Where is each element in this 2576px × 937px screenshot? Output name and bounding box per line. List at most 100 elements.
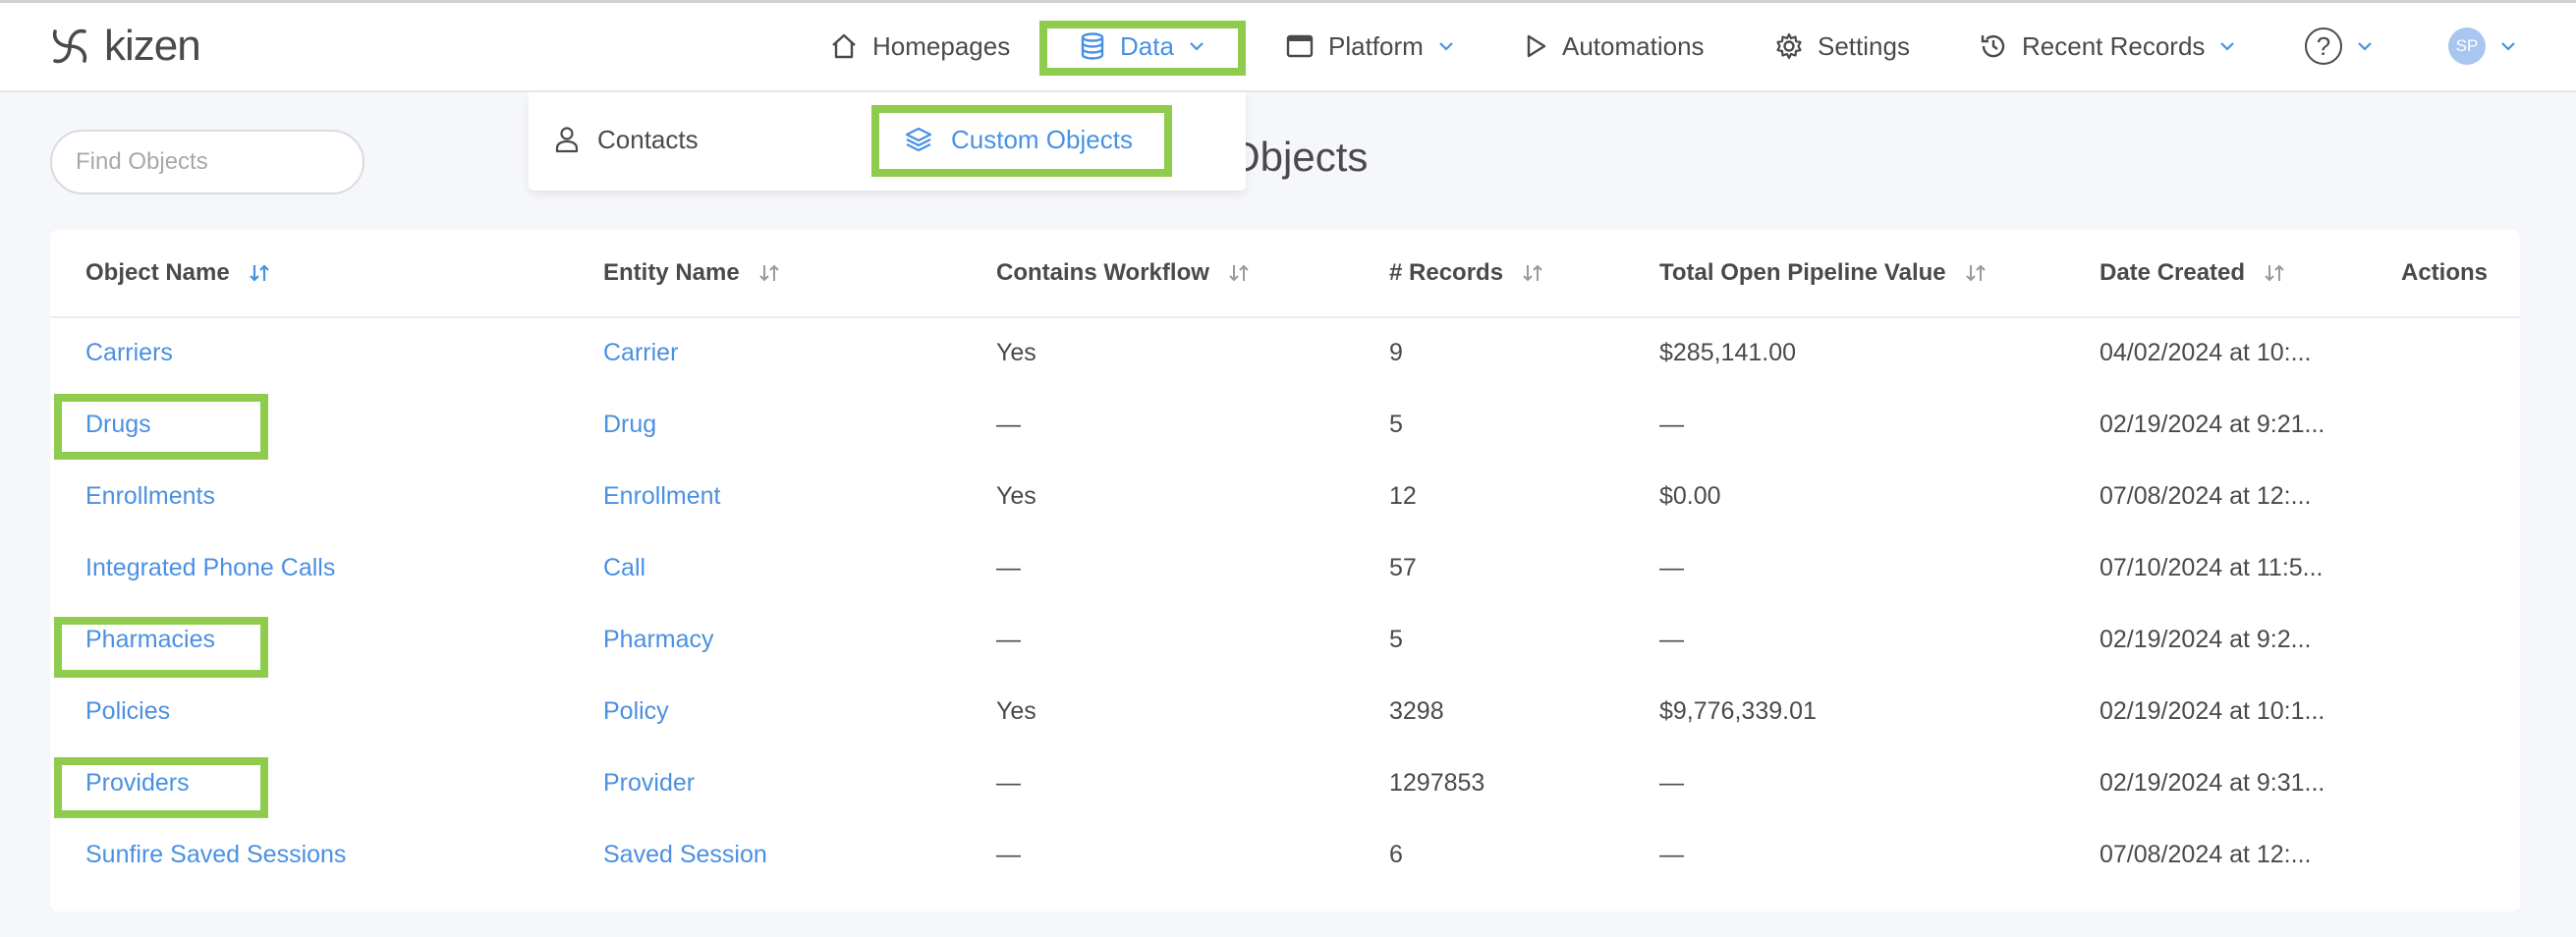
sort-arrows-icon [1229, 264, 1249, 282]
nav-homepages-label: Homepages [872, 30, 1011, 61]
entity-name-link[interactable]: Drug [603, 411, 656, 439]
contains-workflow-value: — [996, 554, 1021, 581]
column-header-pipeline-value[interactable]: Total Open Pipeline Value [1659, 259, 1988, 287]
table-row: Drugs Drug — 5 — 02/19/2024 at 9:21... [50, 389, 2520, 461]
contains-workflow-value: Yes [996, 339, 1036, 366]
date-created: 02/19/2024 at 10:1... [2100, 697, 2325, 725]
column-header-contains-workflow[interactable]: Contains Workflow [996, 259, 1251, 287]
column-header-label: Total Open Pipeline Value [1659, 259, 1946, 286]
nav-help[interactable]: ? [2293, 20, 2385, 73]
contains-workflow-value: — [996, 626, 1021, 653]
objects-table: Object Name Entity Name Contains Workflo… [50, 230, 2520, 911]
date-created: 07/08/2024 at 12:... [2100, 482, 2312, 510]
pipeline-value: $0.00 [1659, 482, 1721, 510]
table-row: Sunfire Saved Sessions Saved Session — 6… [50, 819, 2520, 891]
pipeline-value: — [1659, 554, 1684, 581]
gear-icon [1776, 32, 1802, 60]
nav-recent-records[interactable]: Recent Records [1967, 20, 2248, 73]
chevron-down-icon [1190, 42, 1204, 51]
records-count: 12 [1389, 482, 1417, 510]
menu-item-contacts[interactable]: Contacts [554, 118, 699, 161]
object-name-link[interactable]: Pharmacies [85, 626, 215, 654]
pipeline-value: — [1659, 769, 1684, 797]
table-row: Providers Provider — 1297853 — 02/19/202… [50, 747, 2520, 819]
database-icon [1081, 32, 1104, 60]
object-name-link[interactable]: Carriers [85, 339, 173, 367]
contains-workflow-value: Yes [996, 482, 1036, 510]
chevron-down-icon [1439, 42, 1453, 51]
column-header-object-name[interactable]: Object Name [85, 259, 271, 287]
find-objects-search[interactable] [50, 130, 380, 194]
help-symbol: ? [2316, 30, 2331, 61]
menu-item-custom-objects[interactable]: Custom Objects [904, 118, 1133, 161]
column-header-date-created[interactable]: Date Created [2100, 259, 2286, 287]
top-edge-line [0, 0, 2576, 3]
table-header-row: Object Name Entity Name Contains Workflo… [50, 230, 2520, 318]
column-header-entity-name[interactable]: Entity Name [603, 259, 781, 287]
nav-automations-label: Automations [1562, 30, 1705, 61]
nav-data-label: Data [1120, 30, 1174, 61]
object-name-link[interactable]: Enrollments [85, 482, 215, 511]
date-created: 07/08/2024 at 12:... [2100, 841, 2312, 868]
object-name-link[interactable]: Policies [85, 697, 170, 726]
play-icon [1527, 34, 1546, 58]
data-dropdown-menu: Contacts Custom Objects [529, 92, 1246, 191]
records-count: 1297853 [1389, 769, 1485, 797]
entity-name-link[interactable]: Carrier [603, 339, 678, 367]
kizen-logo[interactable]: kizen [47, 22, 201, 71]
records-count: 5 [1389, 411, 1403, 438]
nav-recent-records-label: Recent Records [2022, 30, 2206, 61]
records-count: 57 [1389, 554, 1417, 581]
column-header-actions: Actions [2401, 259, 2488, 287]
person-icon [555, 127, 579, 153]
pipeline-value: $285,141.00 [1659, 339, 1797, 366]
nav-data[interactable]: Data [1067, 20, 1217, 73]
column-header-label: Contains Workflow [996, 259, 1209, 286]
kizen-logo-icon [52, 28, 87, 64]
nav-platform[interactable]: Platform [1273, 20, 1467, 73]
records-count: 5 [1389, 626, 1403, 653]
pipeline-value: — [1659, 411, 1684, 438]
table-row: Integrated Phone Calls Call — 57 — 07/10… [50, 532, 2520, 604]
avatar: SP [2448, 28, 2486, 65]
nav-homepages[interactable]: Homepages [817, 20, 1022, 73]
entity-name-link[interactable]: Call [603, 554, 645, 582]
object-name-link[interactable]: Drugs [85, 411, 151, 439]
object-name-link[interactable]: Integrated Phone Calls [85, 554, 335, 582]
column-header-label: Entity Name [603, 259, 740, 286]
sort-arrows-icon [758, 264, 779, 282]
column-header-label: Date Created [2100, 259, 2246, 286]
nav-user-menu[interactable]: SP [2436, 20, 2529, 73]
object-name-link[interactable]: Providers [85, 769, 190, 798]
object-name-link[interactable]: Sunfire Saved Sessions [85, 841, 346, 869]
chevron-down-icon [2220, 42, 2235, 51]
column-header-label: Object Name [85, 259, 230, 286]
table-row: Pharmacies Pharmacy — 5 — 02/19/2024 at … [50, 604, 2520, 676]
nav-automations[interactable]: Automations [1511, 20, 1716, 73]
entity-name-link[interactable]: Enrollment [603, 482, 721, 511]
date-created: 04/02/2024 at 10:... [2100, 339, 2312, 366]
contains-workflow-value: Yes [996, 697, 1036, 725]
pipeline-value: — [1659, 841, 1684, 868]
layers-icon [905, 127, 932, 152]
contains-workflow-value: — [996, 841, 1021, 868]
history-icon [1981, 34, 2005, 58]
nav-settings[interactable]: Settings [1763, 20, 1922, 73]
column-header-label: Actions [2401, 259, 2489, 286]
contains-workflow-value: — [996, 769, 1021, 797]
menu-item-custom-objects-label: Custom Objects [951, 124, 1133, 154]
sort-arrows-icon [1965, 264, 1986, 282]
home-icon [832, 33, 856, 59]
entity-name-link[interactable]: Saved Session [603, 841, 767, 869]
entity-name-link[interactable]: Provider [603, 769, 695, 798]
search-input[interactable] [76, 148, 380, 176]
page-title: Objects [1228, 134, 1369, 180]
contains-workflow-value: — [996, 411, 1021, 438]
column-header-records[interactable]: # Records [1389, 259, 1544, 287]
nav-platform-label: Platform [1328, 30, 1424, 61]
table-row: Enrollments Enrollment Yes 12 $0.00 07/0… [50, 461, 2520, 532]
table-row: Carriers Carrier Yes 9 $285,141.00 04/02… [50, 317, 2520, 389]
top-navigation-bar: kizen Homepages Data Platform Automation… [0, 0, 2576, 92]
entity-name-link[interactable]: Policy [603, 697, 669, 726]
entity-name-link[interactable]: Pharmacy [603, 626, 714, 654]
